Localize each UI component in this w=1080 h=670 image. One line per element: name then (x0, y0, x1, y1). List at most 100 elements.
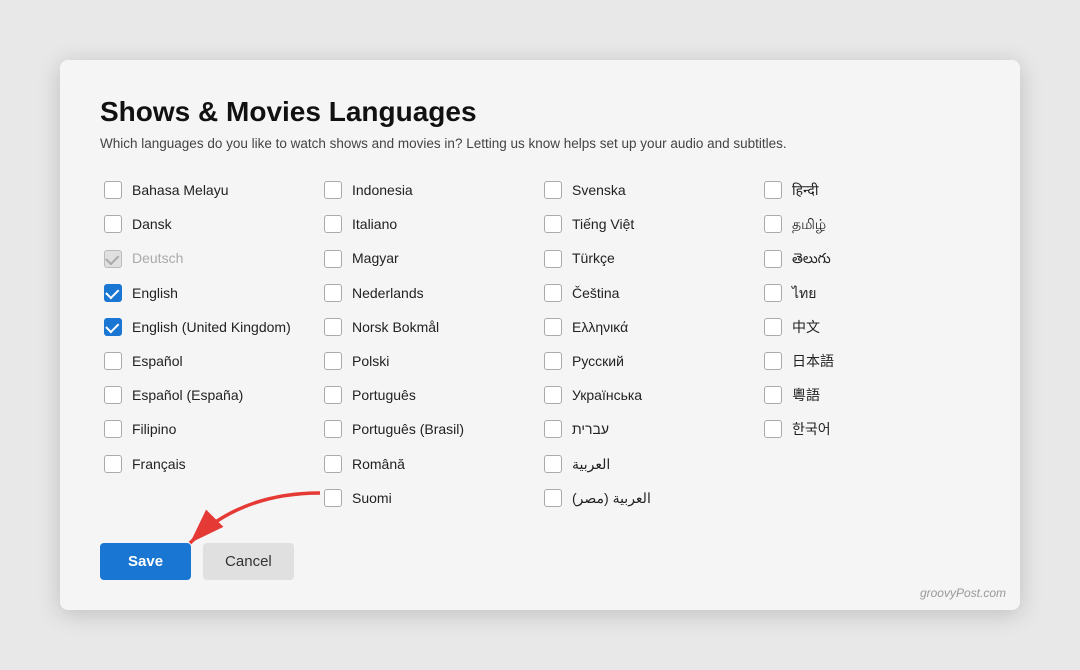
checkbox[interactable] (324, 386, 342, 404)
checkbox[interactable] (764, 352, 782, 370)
list-item[interactable]: Ελληνικά (540, 310, 760, 344)
checkbox[interactable] (544, 181, 562, 199)
list-item[interactable]: Deutsch (100, 241, 320, 275)
list-item[interactable]: Magyar (320, 241, 540, 275)
checkbox[interactable] (324, 455, 342, 473)
list-item[interactable]: Polski (320, 344, 540, 378)
list-item[interactable]: Svenska (540, 173, 760, 207)
checkbox[interactable] (764, 181, 782, 199)
list-item[interactable]: Français (100, 447, 320, 481)
checkbox[interactable] (764, 284, 782, 302)
checkbox[interactable] (104, 181, 122, 199)
checkbox[interactable] (544, 386, 562, 404)
checkbox[interactable] (544, 250, 562, 268)
checkbox[interactable] (544, 352, 562, 370)
checkbox[interactable] (104, 386, 122, 404)
checkbox[interactable] (544, 455, 562, 473)
list-item[interactable]: Português (Brasil) (320, 412, 540, 446)
checkbox[interactable] (104, 318, 122, 336)
checkbox[interactable] (324, 284, 342, 302)
lang-label: 中文 (792, 318, 820, 336)
list-item[interactable]: Español (España) (100, 378, 320, 412)
lang-label: English (United Kingdom) (132, 318, 291, 336)
list-item[interactable]: עברית (540, 412, 760, 446)
list-item[interactable]: Português (320, 378, 540, 412)
checkbox[interactable] (324, 318, 342, 336)
checkbox[interactable] (104, 215, 122, 233)
lang-label: తెలుగు (792, 249, 831, 267)
list-item[interactable]: ไทย (760, 276, 980, 310)
lang-label: Română (352, 455, 405, 473)
list-item[interactable]: العربية (مصر) (540, 481, 760, 515)
list-item[interactable]: 粵語 (760, 378, 980, 412)
lang-label: Ελληνικά (572, 318, 628, 336)
list-item[interactable]: Tiếng Việt (540, 207, 760, 241)
checkbox[interactable] (324, 489, 342, 507)
checkbox[interactable] (764, 318, 782, 336)
list-item[interactable]: Bahasa Melayu (100, 173, 320, 207)
checkbox[interactable] (764, 215, 782, 233)
list-item[interactable]: Italiano (320, 207, 540, 241)
list-item[interactable]: Indonesia (320, 173, 540, 207)
checkbox[interactable] (764, 420, 782, 438)
list-item[interactable]: Română (320, 447, 540, 481)
checkbox[interactable] (324, 420, 342, 438)
list-item[interactable]: 中文 (760, 310, 980, 344)
list-item[interactable]: English (United Kingdom) (100, 310, 320, 344)
watermark: groovyPost.com (920, 586, 1006, 600)
lang-label: Dansk (132, 215, 172, 233)
list-item[interactable]: English (100, 276, 320, 310)
list-item[interactable]: Suomi (320, 481, 540, 515)
lang-label: Italiano (352, 215, 397, 233)
list-item[interactable]: తెలుగు (760, 241, 980, 275)
lang-label: हिन्दी (792, 181, 818, 199)
checkbox[interactable] (324, 250, 342, 268)
list-item[interactable]: Dansk (100, 207, 320, 241)
lang-label: Magyar (352, 249, 399, 267)
checkbox[interactable] (544, 318, 562, 336)
checkbox[interactable] (104, 420, 122, 438)
checkbox[interactable] (764, 250, 782, 268)
lang-label: Polski (352, 352, 389, 370)
list-item[interactable]: Türkçe (540, 241, 760, 275)
checkbox[interactable] (544, 215, 562, 233)
dialog-title: Shows & Movies Languages (100, 96, 980, 128)
checkbox[interactable] (324, 352, 342, 370)
checkbox[interactable] (764, 386, 782, 404)
list-item[interactable]: 日本語 (760, 344, 980, 378)
lang-label: Suomi (352, 489, 392, 507)
checkbox[interactable] (324, 181, 342, 199)
list-item[interactable]: தமிழ் (760, 207, 980, 241)
list-item[interactable]: हिन्दी (760, 173, 980, 207)
cancel-button[interactable]: Cancel (203, 543, 294, 580)
list-item[interactable]: 한국어 (760, 412, 980, 446)
lang-label: Norsk Bokmål (352, 318, 439, 336)
footer: Save Cancel (100, 543, 980, 580)
list-item[interactable]: Русский (540, 344, 760, 378)
languages-dialog: Shows & Movies Languages Which languages… (60, 60, 1020, 610)
checkbox[interactable] (104, 250, 122, 268)
list-item[interactable]: Українська (540, 378, 760, 412)
checkbox[interactable] (324, 215, 342, 233)
checkbox[interactable] (104, 352, 122, 370)
checkbox[interactable] (104, 455, 122, 473)
save-button[interactable]: Save (100, 543, 191, 580)
lang-label: 日本語 (792, 352, 834, 370)
lang-label: Español (España) (132, 386, 243, 404)
list-item[interactable]: العربية (540, 447, 760, 481)
list-item[interactable]: Filipino (100, 412, 320, 446)
lang-label: ไทย (792, 284, 816, 302)
checkbox[interactable] (544, 420, 562, 438)
lang-label: English (132, 284, 178, 302)
checkbox[interactable] (104, 284, 122, 302)
list-item[interactable]: Nederlands (320, 276, 540, 310)
lang-label: 한국어 (792, 420, 831, 438)
list-item[interactable]: Norsk Bokmål (320, 310, 540, 344)
checkbox[interactable] (544, 489, 562, 507)
checkbox[interactable] (544, 284, 562, 302)
lang-label: Svenska (572, 181, 626, 199)
lang-column-2: Svenska Tiếng ViệtTürkçeČeština Ελληνικά Ру… (540, 173, 760, 515)
lang-label: தமிழ் (792, 215, 826, 233)
list-item[interactable]: Español (100, 344, 320, 378)
list-item[interactable]: Čeština (540, 276, 760, 310)
